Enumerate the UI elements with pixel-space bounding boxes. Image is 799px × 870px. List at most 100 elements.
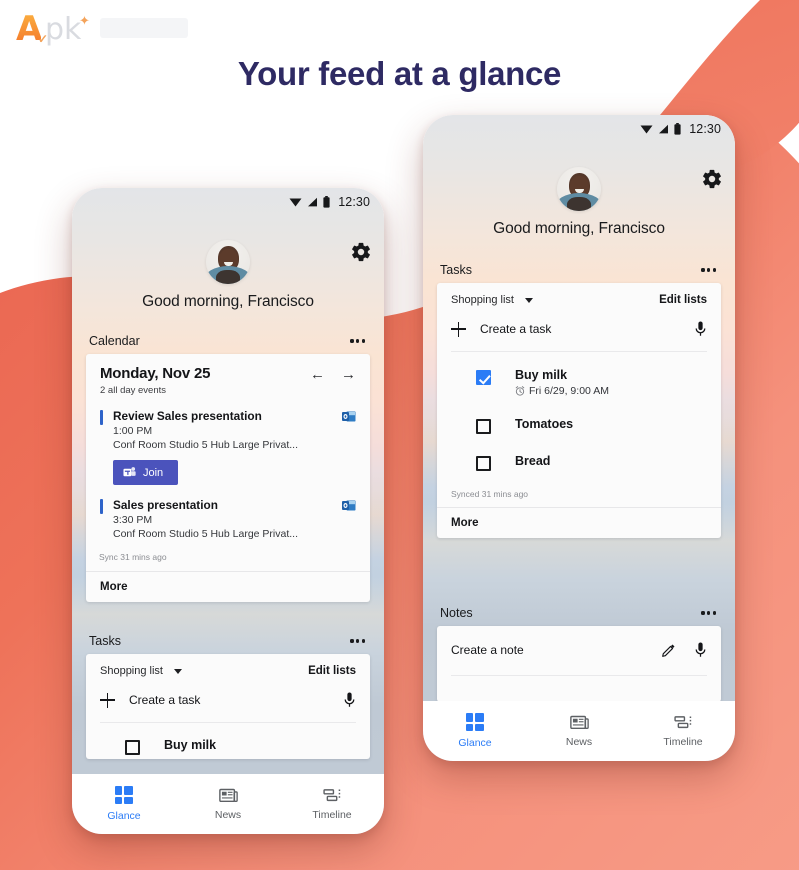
nav-label-timeline: Timeline bbox=[663, 735, 703, 748]
outlook-icon bbox=[342, 499, 356, 512]
nav-item-timeline[interactable]: Timeline bbox=[631, 715, 735, 748]
calendar-section: Calendar Monday, Nov 25 2 all day events… bbox=[72, 328, 384, 602]
event-time: 1:00 PM bbox=[113, 425, 153, 437]
status-bar-time: 12:30 bbox=[689, 122, 721, 136]
avatar[interactable] bbox=[206, 240, 250, 284]
timeline-icon bbox=[673, 715, 693, 730]
tasks-section-label: Tasks bbox=[440, 263, 472, 277]
tasks-card-header: Shopping list Edit lists bbox=[451, 294, 707, 306]
create-task-row[interactable]: Create a task bbox=[100, 677, 356, 722]
task-item[interactable]: Buy milk Fri 6/29, 9:00 AM bbox=[451, 352, 707, 401]
chevron-down-icon bbox=[174, 668, 182, 674]
logo-check-icon: ✓ bbox=[38, 32, 49, 46]
tasks-section: Tasks Shopping list Edit lists Create a … bbox=[72, 628, 384, 759]
nav-item-glance[interactable]: Glance bbox=[423, 713, 527, 749]
task-label: Buy milk bbox=[515, 368, 568, 382]
status-bar: 12:30 bbox=[423, 115, 735, 143]
wifi-icon bbox=[640, 124, 653, 134]
pencil-icon[interactable] bbox=[662, 643, 676, 657]
signal-icon bbox=[658, 124, 669, 134]
create-task-row[interactable]: Create a task bbox=[451, 306, 707, 351]
calendar-subtitle: 2 all day events bbox=[100, 385, 167, 396]
event-title: Sales presentation bbox=[113, 498, 218, 512]
calendar-event[interactable]: Review Sales presentation 1:00 PM Conf R… bbox=[100, 409, 356, 485]
more-options-icon[interactable] bbox=[348, 634, 367, 647]
event-location: Conf Room Studio 5 Hub Large Privat... bbox=[113, 528, 299, 540]
create-task-label: Create a task bbox=[480, 322, 552, 336]
status-bar: 12:30 bbox=[72, 188, 384, 216]
tasks-section-header: Tasks bbox=[72, 628, 384, 654]
avatar-collar bbox=[567, 197, 591, 211]
nav-label-news: News bbox=[214, 808, 242, 821]
wifi-icon bbox=[289, 197, 302, 207]
task-label: Buy milk bbox=[164, 738, 217, 752]
battery-icon bbox=[323, 196, 330, 208]
logo-star-icon: ✦ bbox=[79, 13, 90, 28]
task-label: Bread bbox=[515, 454, 551, 468]
status-bar-time: 12:30 bbox=[338, 195, 370, 209]
tasks-card: Shopping list Edit lists Create a task B… bbox=[437, 283, 721, 538]
greeting-text: Good morning, Francisco bbox=[493, 220, 665, 237]
more-options-icon[interactable] bbox=[699, 263, 718, 276]
tasks-section-header: Tasks bbox=[423, 257, 735, 283]
event-color-bar bbox=[100, 499, 103, 514]
site-logo: A pk ✦ ✓ bbox=[12, 8, 212, 46]
glance-icon bbox=[466, 713, 484, 731]
notes-section-header: Notes bbox=[423, 600, 735, 626]
microphone-icon[interactable] bbox=[694, 321, 707, 337]
more-options-icon[interactable] bbox=[699, 606, 718, 619]
profile-header: Good morning, Francisco bbox=[423, 167, 735, 238]
arrow-right-icon[interactable]: → bbox=[341, 367, 356, 382]
event-location: Conf Room Studio 5 Hub Large Privat... bbox=[113, 439, 299, 451]
join-button[interactable]: Join bbox=[113, 460, 179, 485]
calendar-event[interactable]: Sales presentation 3:30 PM Conf Room Stu… bbox=[100, 498, 356, 540]
event-title: Review Sales presentation bbox=[113, 409, 262, 423]
sync-status-text: Synced 31 mins ago bbox=[451, 489, 529, 499]
edit-lists-button[interactable]: Edit lists bbox=[659, 294, 707, 306]
calendar-more-button[interactable]: More bbox=[86, 571, 370, 602]
task-checkbox[interactable] bbox=[475, 419, 491, 434]
tasks-more-button[interactable]: More bbox=[437, 507, 721, 538]
task-list-name: Shopping list bbox=[100, 665, 163, 677]
more-options-icon[interactable] bbox=[348, 334, 367, 347]
outlook-icon bbox=[342, 410, 356, 423]
microphone-icon[interactable] bbox=[694, 642, 707, 658]
profile-header: Good morning, Francisco bbox=[72, 240, 384, 311]
nav-item-news[interactable]: News bbox=[527, 715, 631, 748]
microphone-icon[interactable] bbox=[343, 692, 356, 708]
phone-screen-right: 12:30 Good morning, Francisco Tasks Shop… bbox=[423, 115, 735, 761]
task-item[interactable]: Bread bbox=[451, 438, 707, 475]
task-item[interactable]: Buy milk bbox=[100, 723, 356, 759]
phone-mockup-right: 12:30 Good morning, Francisco Tasks Shop… bbox=[423, 115, 735, 761]
task-checkbox[interactable] bbox=[124, 740, 140, 755]
create-note-row[interactable]: Create a note bbox=[437, 626, 721, 675]
task-list-selector[interactable]: Shopping list bbox=[451, 294, 533, 306]
tasks-section: Tasks Shopping list Edit lists Create a … bbox=[423, 257, 735, 538]
calendar-section-header: Calendar bbox=[72, 328, 384, 354]
task-due-text: Fri 6/29, 9:00 AM bbox=[529, 385, 609, 397]
news-icon bbox=[569, 715, 589, 730]
join-button-label: Join bbox=[143, 466, 164, 479]
create-note-placeholder: Create a note bbox=[451, 643, 524, 657]
calendar-navigation: ← → bbox=[310, 365, 356, 382]
nav-item-timeline[interactable]: Timeline bbox=[280, 788, 384, 821]
nav-item-glance[interactable]: Glance bbox=[72, 786, 176, 822]
greeting-text: Good morning, Francisco bbox=[142, 293, 314, 310]
teams-icon bbox=[123, 466, 136, 479]
task-list-selector[interactable]: Shopping list bbox=[100, 665, 182, 677]
task-checkbox[interactable] bbox=[475, 456, 491, 471]
phone-mockup-left: 12:30 Good morning, Francisco Calendar M… bbox=[72, 188, 384, 834]
nav-label-timeline: Timeline bbox=[312, 808, 352, 821]
notes-section-label: Notes bbox=[440, 606, 473, 620]
arrow-left-icon[interactable]: ← bbox=[310, 367, 325, 382]
signal-icon bbox=[307, 197, 318, 207]
nav-item-news[interactable]: News bbox=[176, 788, 280, 821]
bottom-navigation: Glance News Timeline bbox=[72, 774, 384, 834]
plus-icon bbox=[100, 692, 115, 708]
task-label: Tomatoes bbox=[515, 417, 574, 431]
task-item[interactable]: Tomatoes bbox=[451, 401, 707, 438]
chevron-down-icon bbox=[525, 297, 533, 303]
edit-lists-button[interactable]: Edit lists bbox=[308, 665, 356, 677]
avatar[interactable] bbox=[557, 167, 601, 211]
task-checkbox[interactable] bbox=[475, 370, 491, 385]
